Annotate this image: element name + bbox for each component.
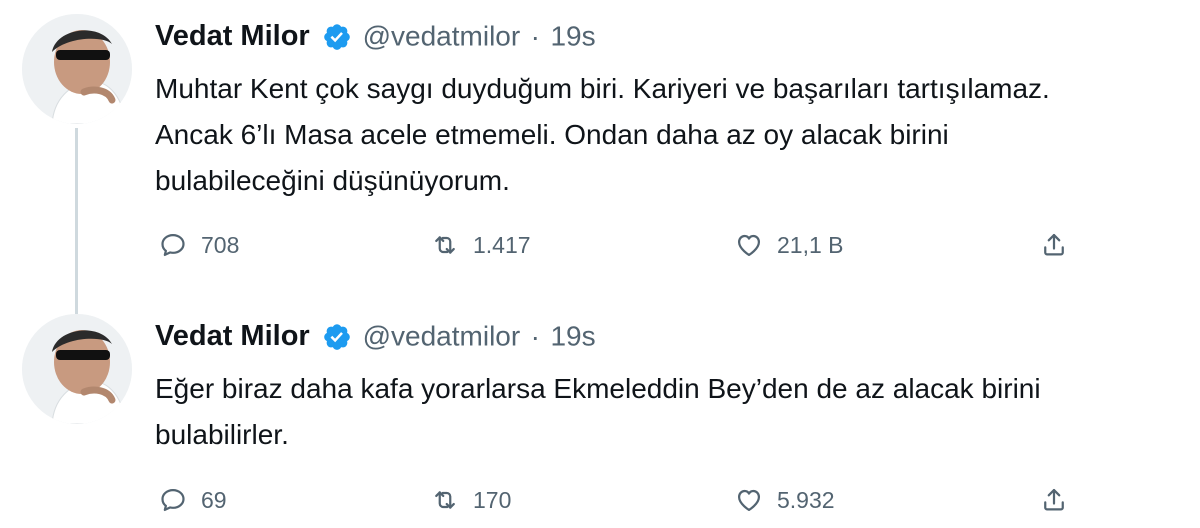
reply-icon: [161, 488, 185, 512]
like-icon: [737, 234, 761, 257]
action-bar: 69 170 5.932: [155, 480, 1165, 520]
author-handle[interactable]: @vedatmilor: [363, 21, 521, 52]
tweet-text-line: Muhtar Kent çok saygı duyduğum biri. Kar…: [155, 73, 1050, 104]
avatar-image: [22, 314, 132, 424]
author-name[interactable]: Vedat Milor: [155, 320, 310, 352]
action-bar: 708 1.417 21,1 B: [155, 225, 1165, 265]
reply-count: 69: [201, 486, 227, 513]
like-count: 5.932: [777, 486, 835, 513]
separator: ·: [530, 20, 540, 52]
share-button[interactable]: [1040, 480, 1068, 520]
tweet-text: Eğer biraz daha kafa yorarlarsa Ekmeledd…: [155, 366, 1195, 458]
share-icon: [1044, 488, 1064, 511]
tweet[interactable]: Vedat Milor @vedatmilor · 19s Muhtar Ken…: [0, 0, 1200, 314]
tweet-text-line: Ancak 6’lı Masa acele etmemeli. Ondan da…: [155, 119, 949, 150]
share-button[interactable]: [1040, 225, 1068, 265]
timestamp[interactable]: 19s: [550, 21, 595, 52]
retweet-button[interactable]: 1.417: [431, 225, 531, 265]
reply-icon: [161, 233, 185, 257]
tweet-text-line: Eğer biraz daha kafa yorarlarsa Ekmeledd…: [155, 373, 1041, 404]
verified-badge-icon: [322, 22, 352, 52]
tweet-text-line: bulabilirler.: [155, 419, 289, 450]
like-button[interactable]: 5.932: [735, 480, 835, 520]
reply-button[interactable]: 69: [159, 480, 227, 520]
reply-count: 708: [201, 231, 240, 258]
like-icon: [737, 489, 761, 512]
reply-button[interactable]: 708: [159, 225, 239, 265]
verified-badge-icon: [322, 322, 352, 352]
retweet-icon: [435, 236, 455, 254]
tweet-header: Vedat Milor @vedatmilor · 19s: [155, 320, 596, 360]
like-button[interactable]: 21,1 B: [735, 225, 844, 265]
author-handle[interactable]: @vedatmilor: [363, 321, 521, 352]
retweet-count: 170: [473, 486, 512, 513]
timestamp[interactable]: 19s: [550, 321, 595, 352]
retweet-button[interactable]: 170: [431, 480, 511, 520]
thread-line: [75, 128, 78, 314]
avatar-image: [22, 14, 132, 124]
tweet-text: Muhtar Kent çok saygı duyduğum biri. Kar…: [155, 66, 1195, 204]
avatar[interactable]: [22, 14, 132, 124]
retweet-icon: [435, 491, 455, 509]
avatar[interactable]: [22, 314, 132, 424]
tweet-text-line: bulabileceğini düşünüyorum.: [155, 165, 510, 196]
like-count: 21,1 B: [777, 231, 844, 258]
author-name[interactable]: Vedat Milor: [155, 20, 310, 52]
retweet-count: 1.417: [473, 231, 531, 258]
tweet[interactable]: Vedat Milor @vedatmilor · 19s Eğer biraz…: [0, 300, 1200, 528]
separator: ·: [530, 320, 540, 352]
tweet-header: Vedat Milor @vedatmilor · 19s: [155, 20, 596, 60]
share-icon: [1044, 233, 1064, 256]
